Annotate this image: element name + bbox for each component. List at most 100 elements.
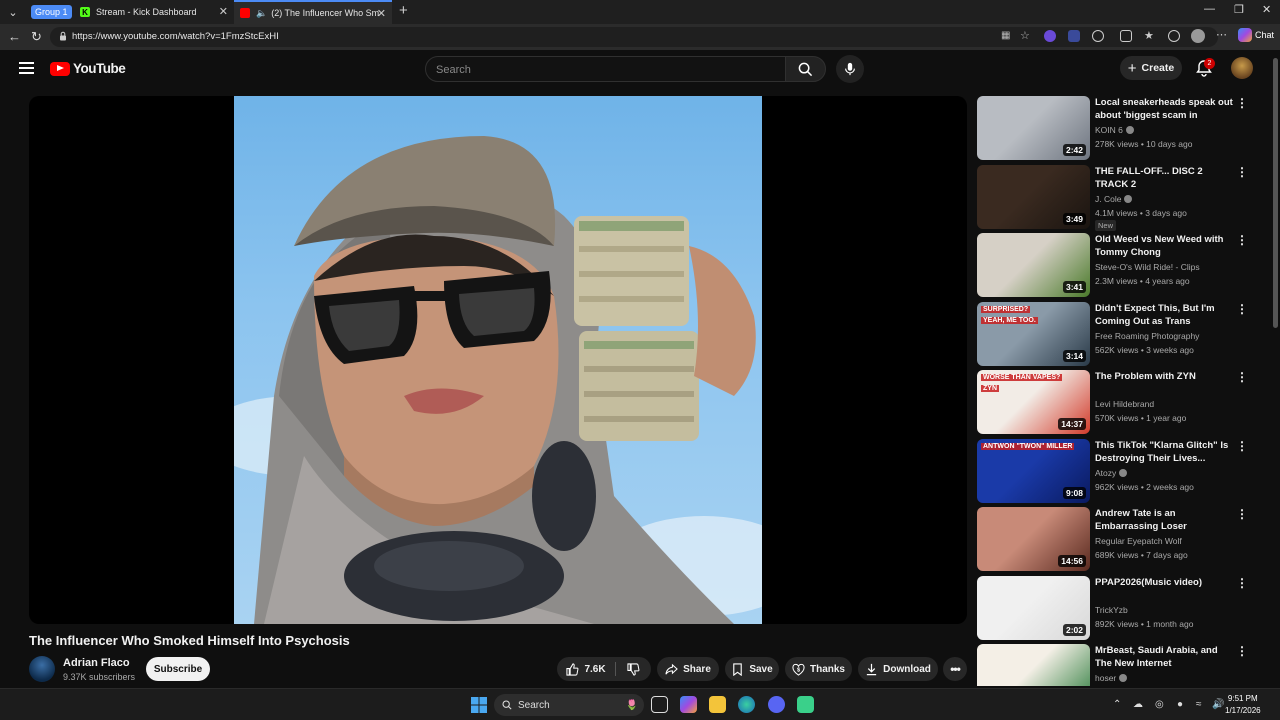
save-button[interactable]: Save xyxy=(725,657,779,681)
recommendation-title[interactable]: This TikTok "Klarna Glitch" Is Destroyin… xyxy=(1095,439,1233,465)
recommendation-channel[interactable]: KOIN 6 xyxy=(1095,125,1134,135)
more-vertical-icon[interactable]: ⋮ xyxy=(1236,96,1248,110)
browser-essentials-icon[interactable] xyxy=(1120,30,1132,42)
dislike-button[interactable] xyxy=(616,657,651,681)
like-button[interactable]: 7.6K xyxy=(557,657,615,681)
thanks-button[interactable]: $ Thanks xyxy=(785,657,852,681)
back-arrow-icon[interactable]: ← xyxy=(8,29,21,44)
network-icon[interactable]: ◎ xyxy=(1155,699,1164,710)
recommendation-title[interactable]: Andrew Tate is an Embarrassing Loser xyxy=(1095,507,1233,533)
edge-browser-icon[interactable] xyxy=(738,696,755,713)
favorites-icon[interactable]: ★ xyxy=(1144,30,1156,42)
recommendation-channel[interactable]: Atozy xyxy=(1095,468,1128,478)
file-explorer-icon[interactable] xyxy=(709,696,726,713)
maximize-icon[interactable]: ❐ xyxy=(1234,3,1244,16)
app-icon[interactable] xyxy=(797,696,814,713)
cloud-icon[interactable]: ☁ xyxy=(1133,699,1143,710)
recommendation-item[interactable]: 3:41 Old Weed vs New Weed with Tommy Chon… xyxy=(977,233,1257,297)
video-thumbnail[interactable]: 2:02 xyxy=(977,575,1090,640)
more-vertical-icon[interactable]: ⋮ xyxy=(1236,165,1248,179)
more-vertical-icon[interactable]: ⋮ xyxy=(1236,370,1248,384)
volume-icon[interactable]: 🔊 xyxy=(1212,699,1224,710)
extensions-puzzle-icon[interactable] xyxy=(1092,30,1104,42)
recommendation-item[interactable]: 3:49 THE FALL-OFF... DISC 2 TRACK 2 J. Col… xyxy=(977,164,1257,231)
video-thumbnail[interactable]: 2:42 xyxy=(977,96,1090,160)
extension-icon[interactable] xyxy=(1068,30,1080,42)
url-text[interactable]: https://www.youtube.com/watch?v=1FmzStcE… xyxy=(72,31,279,42)
copilot-icon[interactable] xyxy=(680,696,697,713)
video-player[interactable] xyxy=(29,96,967,624)
taskbar-search[interactable]: Search 🌷 xyxy=(494,694,644,716)
recommendation-channel[interactable]: Free Roaming Photography xyxy=(1095,331,1199,341)
more-actions-button[interactable]: ••• xyxy=(943,657,967,681)
video-thumbnail[interactable] xyxy=(977,644,1090,686)
address-bar[interactable]: https://www.youtube.com/watch?v=1FmzStcE… xyxy=(50,27,1218,47)
tab-kick-dashboard[interactable]: K Stream - Kick Dashboard ✕ xyxy=(76,0,234,24)
discord-icon[interactable] xyxy=(768,696,785,713)
recommendation-title[interactable]: Local sneakerheads speak out about 'bigg… xyxy=(1095,96,1233,122)
youtube-logo[interactable]: YouTube xyxy=(50,61,126,76)
subscribe-button[interactable]: Subscribe xyxy=(146,657,210,681)
more-vertical-icon[interactable]: ⋮ xyxy=(1236,302,1248,316)
recommendation-item[interactable]: 2:42 Local sneakerheads speak out about '… xyxy=(977,96,1257,160)
site-info-icon[interactable] xyxy=(58,31,68,41)
recommendation-item[interactable]: SURPRISED? YEAH, ME TOO. 3:14 Didn't Expect… xyxy=(977,301,1257,366)
more-vertical-icon[interactable]: ⋮ xyxy=(1236,644,1248,658)
account-avatar[interactable] xyxy=(1231,57,1253,79)
recommendation-item[interactable]: 14:56 Andrew Tate is an Embarrassing Lose… xyxy=(977,507,1257,571)
show-hidden-icons-chevron-icon[interactable]: ⌃ xyxy=(1113,699,1121,710)
profile-avatar-icon[interactable] xyxy=(1191,29,1205,43)
extension-icon[interactable] xyxy=(1044,30,1056,42)
reload-icon[interactable]: ↻ xyxy=(31,29,42,45)
tab-youtube-video[interactable]: 🔈 (2) The Influencer Who Smok ✕ xyxy=(234,0,392,24)
recommendation-title[interactable]: Didn't Expect This, But I'm Coming Out a… xyxy=(1095,302,1233,328)
recommendation-channel[interactable]: Steve-O's Wild Ride! - Clips xyxy=(1095,262,1200,272)
recommendation-title[interactable]: Old Weed vs New Weed with Tommy Chong xyxy=(1095,233,1233,259)
tab-close-icon[interactable]: ✕ xyxy=(377,7,386,20)
task-view-icon[interactable] xyxy=(651,696,668,713)
video-thumbnail[interactable]: 14:56 xyxy=(977,507,1090,571)
download-button[interactable]: Download xyxy=(858,657,938,681)
more-vertical-icon[interactable]: ⋮ xyxy=(1236,576,1248,590)
recommendation-title[interactable]: MrBeast, Saudi Arabia, and The New Inter… xyxy=(1095,644,1233,670)
more-vertical-icon[interactable]: ⋮ xyxy=(1236,507,1248,521)
video-thumbnail[interactable]: ANTWON "TWON" MILLER 9:08 xyxy=(977,438,1090,503)
new-tab-plus-icon[interactable]: + xyxy=(399,2,408,19)
share-button[interactable]: Share xyxy=(657,657,719,681)
recommendation-channel[interactable]: hoser xyxy=(1095,673,1128,683)
copilot-chat-button[interactable]: Chat xyxy=(1238,28,1274,42)
recommendation-channel[interactable]: TrickYzb xyxy=(1095,605,1128,615)
voice-search-button[interactable] xyxy=(836,55,864,83)
page-scrollbar[interactable] xyxy=(1273,58,1278,328)
tab-close-icon[interactable]: ✕ xyxy=(219,5,228,18)
recommendation-title[interactable]: PPAP2026(Music video) xyxy=(1095,576,1233,589)
recommendation-item[interactable]: 2:02 PPAP2026(Music video) TrickYzb 892K vi… xyxy=(977,575,1257,640)
recommendation-item[interactable]: MrBeast, Saudi Arabia, and The New Inter… xyxy=(977,644,1257,686)
recommendation-channel[interactable]: J. Cole xyxy=(1095,194,1133,204)
system-clock[interactable]: 9:51 PM 1/17/2026 xyxy=(1225,693,1261,717)
wifi-icon[interactable]: ≈ xyxy=(1196,699,1202,710)
recommendation-channel[interactable]: Levi Hildebrand xyxy=(1095,399,1154,409)
history-icon[interactable] xyxy=(1168,30,1180,42)
recommendation-item[interactable]: WORSE THAN VAPES? ZYN 14:37 The Problem wit… xyxy=(977,370,1257,434)
menu-hamburger-icon[interactable] xyxy=(19,62,34,74)
video-thumbnail[interactable]: 3:41 xyxy=(977,233,1090,297)
more-vertical-icon[interactable]: ⋮ xyxy=(1236,439,1248,453)
recommendation-item[interactable]: ANTWON "TWON" MILLER 9:08 This TikTok "Kla… xyxy=(977,438,1257,503)
recommendation-channel[interactable]: Regular Eyepatch Wolf xyxy=(1095,536,1182,546)
microphone-icon[interactable]: ● xyxy=(1177,699,1183,710)
more-vertical-icon[interactable]: ⋮ xyxy=(1236,233,1248,247)
search-button[interactable] xyxy=(785,56,826,82)
video-frame[interactable] xyxy=(234,96,762,624)
channel-avatar[interactable] xyxy=(29,656,55,682)
video-thumbnail[interactable]: WORSE THAN VAPES? ZYN 14:37 xyxy=(977,370,1090,434)
read-aloud-icon[interactable]: ▦ xyxy=(1001,30,1010,41)
tab-group-label[interactable]: Group 1 xyxy=(31,5,72,19)
speaker-icon[interactable]: 🔈 xyxy=(256,8,267,19)
video-thumbnail[interactable]: 3:49 xyxy=(977,164,1090,229)
channel-name[interactable]: Adrian Flaco xyxy=(63,657,130,669)
create-button[interactable]: + Create xyxy=(1120,56,1182,80)
windows-start-icon[interactable] xyxy=(471,697,487,713)
window-close-icon[interactable]: ✕ xyxy=(1262,3,1271,16)
recommendation-title[interactable]: The Problem with ZYN xyxy=(1095,370,1233,383)
